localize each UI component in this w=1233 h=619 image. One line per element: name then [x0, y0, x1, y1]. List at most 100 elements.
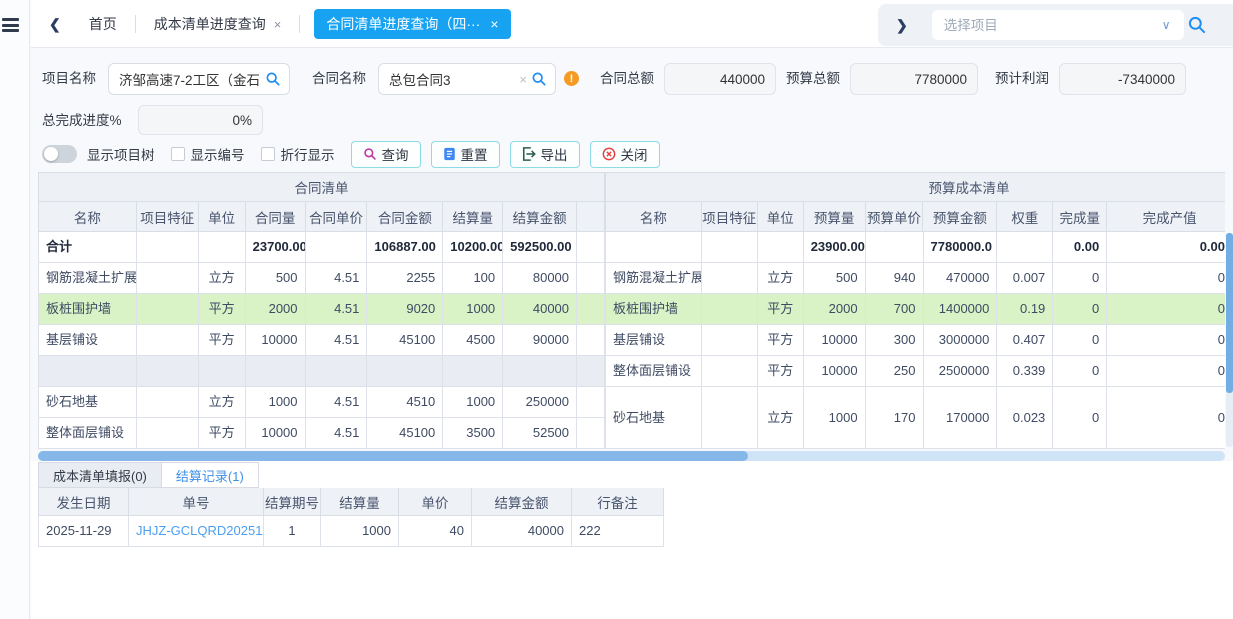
- table-cell: 立方: [199, 263, 246, 294]
- table-cell: [137, 263, 199, 294]
- column-header: 行备注: [572, 488, 664, 516]
- table-cell: [997, 232, 1053, 263]
- column-header: 结算期号: [264, 488, 321, 516]
- table-cell: 2255: [367, 263, 443, 294]
- close-tab-icon[interactable]: ×: [274, 17, 282, 32]
- table-cell: 40: [399, 516, 472, 547]
- table-cell: 10200.00: [443, 232, 503, 263]
- project-name-label: 项目名称: [42, 62, 96, 96]
- table-row[interactable]: 砂石地基立方10001701700000.02300: [606, 387, 1225, 449]
- budget-grid-title: 预算成本清单: [605, 172, 1225, 202]
- table-row[interactable]: 基层铺设平方100004.5145100450090000: [39, 325, 605, 356]
- table-cell: 1: [264, 516, 321, 547]
- table-cell: 0.407: [997, 325, 1053, 356]
- close-button[interactable]: 关闭: [590, 141, 660, 168]
- table-cell: 1000: [443, 294, 503, 325]
- table-cell: 40000: [503, 294, 577, 325]
- table-cell: 250: [866, 356, 924, 387]
- table-cell: 106887.00: [367, 232, 443, 263]
- profit-value: [1060, 64, 1185, 94]
- search-icon[interactable]: [531, 71, 547, 87]
- table-cell: 0.00: [1053, 232, 1107, 263]
- profit-label: 预计利润: [995, 62, 1049, 96]
- table-row[interactable]: 2025-11-29JHJZ-GCLQRD2025112911000404000…: [39, 516, 664, 547]
- budget-total-value: [851, 64, 977, 94]
- table-cell: 470000: [924, 263, 998, 294]
- tab-contract-list-progress-active[interactable]: 合同清单进度查询（四··· ×: [314, 9, 510, 39]
- document-link[interactable]: JHJZ-GCLQRD20251129: [129, 516, 264, 547]
- circle-x-icon: [602, 147, 616, 161]
- vertical-scrollbar-thumb[interactable]: [1226, 233, 1233, 393]
- table-cell: 300: [866, 325, 924, 356]
- chevron-down-icon[interactable]: ∨: [1162, 18, 1171, 32]
- table-row[interactable]: 板桩围护墙平方200070014000000.1900: [606, 294, 1225, 325]
- table-cell: [367, 356, 443, 387]
- wrap-line-checkbox[interactable]: [261, 147, 275, 161]
- table-cell: [137, 232, 199, 263]
- table-cell: [246, 356, 306, 387]
- table-cell: 3000000: [924, 325, 998, 356]
- contract-total-value: [665, 64, 775, 94]
- table-cell: 砂石地基: [606, 387, 702, 449]
- table-row[interactable]: 整体面层铺设平方1000025025000000.33900: [606, 356, 1225, 387]
- column-header: 名称: [39, 202, 137, 232]
- table-cell: 0.023: [997, 387, 1053, 449]
- table-row[interactable]: 钢筋混凝土扩展基立方5004.51225510080000: [39, 263, 605, 294]
- table-cell: [199, 232, 246, 263]
- table-cell: 0: [1107, 294, 1225, 325]
- table-row[interactable]: 23900.007780000.00.000.00: [606, 232, 1225, 263]
- table-row[interactable]: 钢筋混凝土扩展基立方5009404700000.00700: [606, 263, 1225, 294]
- table-cell: 2025-11-29: [39, 516, 129, 547]
- table-cell: 3500: [443, 418, 503, 449]
- tabs-scroll-left-icon[interactable]: ❮: [39, 16, 71, 33]
- table-row[interactable]: [39, 356, 605, 387]
- show-project-tree-toggle[interactable]: [42, 145, 77, 163]
- table-cell: 80000: [503, 263, 577, 294]
- query-button[interactable]: 查询: [351, 141, 421, 168]
- table-cell: 2000: [246, 294, 306, 325]
- project-select-panel: ❯ ∨: [878, 4, 1233, 46]
- table-cell: [306, 356, 368, 387]
- column-header: 预算单价: [866, 202, 924, 232]
- close-tab-icon[interactable]: ×: [490, 16, 498, 32]
- table-cell: [137, 356, 199, 387]
- table-cell: 平方: [199, 418, 246, 449]
- search-icon[interactable]: [1187, 15, 1207, 35]
- table-cell: 平方: [758, 325, 804, 356]
- table-row[interactable]: 板桩围护墙平方20004.519020100040000: [39, 294, 605, 325]
- tab-settlement-records[interactable]: 结算记录(1): [162, 462, 259, 488]
- project-name-input[interactable]: [109, 64, 265, 94]
- budget-total-label: 预算总额: [786, 62, 840, 96]
- search-icon[interactable]: [265, 71, 281, 87]
- table-row[interactable]: 基层铺设平方1000030030000000.40700: [606, 325, 1225, 356]
- clear-icon[interactable]: ×: [515, 72, 531, 87]
- contract-name-input[interactable]: [379, 64, 515, 94]
- show-number-checkbox[interactable]: [171, 147, 185, 161]
- horizontal-scrollbar-thumb[interactable]: [38, 451, 748, 461]
- reset-button[interactable]: 重置: [431, 141, 500, 168]
- tabs-scroll-right-icon[interactable]: ❯: [896, 17, 908, 34]
- export-button[interactable]: 导出: [510, 141, 580, 168]
- column-header: 名称: [606, 202, 702, 232]
- total-progress-label: 总完成进度%: [42, 104, 122, 138]
- table-row[interactable]: 合计23700.00106887.0010200.00592500.00: [39, 232, 605, 263]
- table-row[interactable]: 整体面层铺设平方100004.5145100350052500: [39, 418, 605, 449]
- table-cell: 0: [1053, 356, 1107, 387]
- menu-icon[interactable]: [2, 18, 19, 32]
- table-row[interactable]: 砂石地基立方10004.5145101000250000: [39, 387, 605, 418]
- table-cell: 52500: [503, 418, 577, 449]
- tab-home[interactable]: 首页: [71, 14, 135, 34]
- table-cell: 90000: [503, 325, 577, 356]
- export-icon: [522, 147, 536, 161]
- table-cell: 10000: [804, 325, 866, 356]
- table-cell: 4.51: [306, 294, 368, 325]
- column-header: 完成产值: [1107, 202, 1225, 232]
- table-cell: 250000: [503, 387, 577, 418]
- tab-cost-list-progress[interactable]: 成本清单进度查询 ×: [136, 14, 300, 34]
- tab-separator: [299, 15, 300, 33]
- table-cell: 0: [1053, 387, 1107, 449]
- table-cell: 整体面层铺设: [606, 356, 702, 387]
- table-cell: 10000: [804, 356, 866, 387]
- project-select-input[interactable]: [932, 10, 1184, 40]
- tab-cost-list-fill[interactable]: 成本清单填报(0): [38, 462, 162, 488]
